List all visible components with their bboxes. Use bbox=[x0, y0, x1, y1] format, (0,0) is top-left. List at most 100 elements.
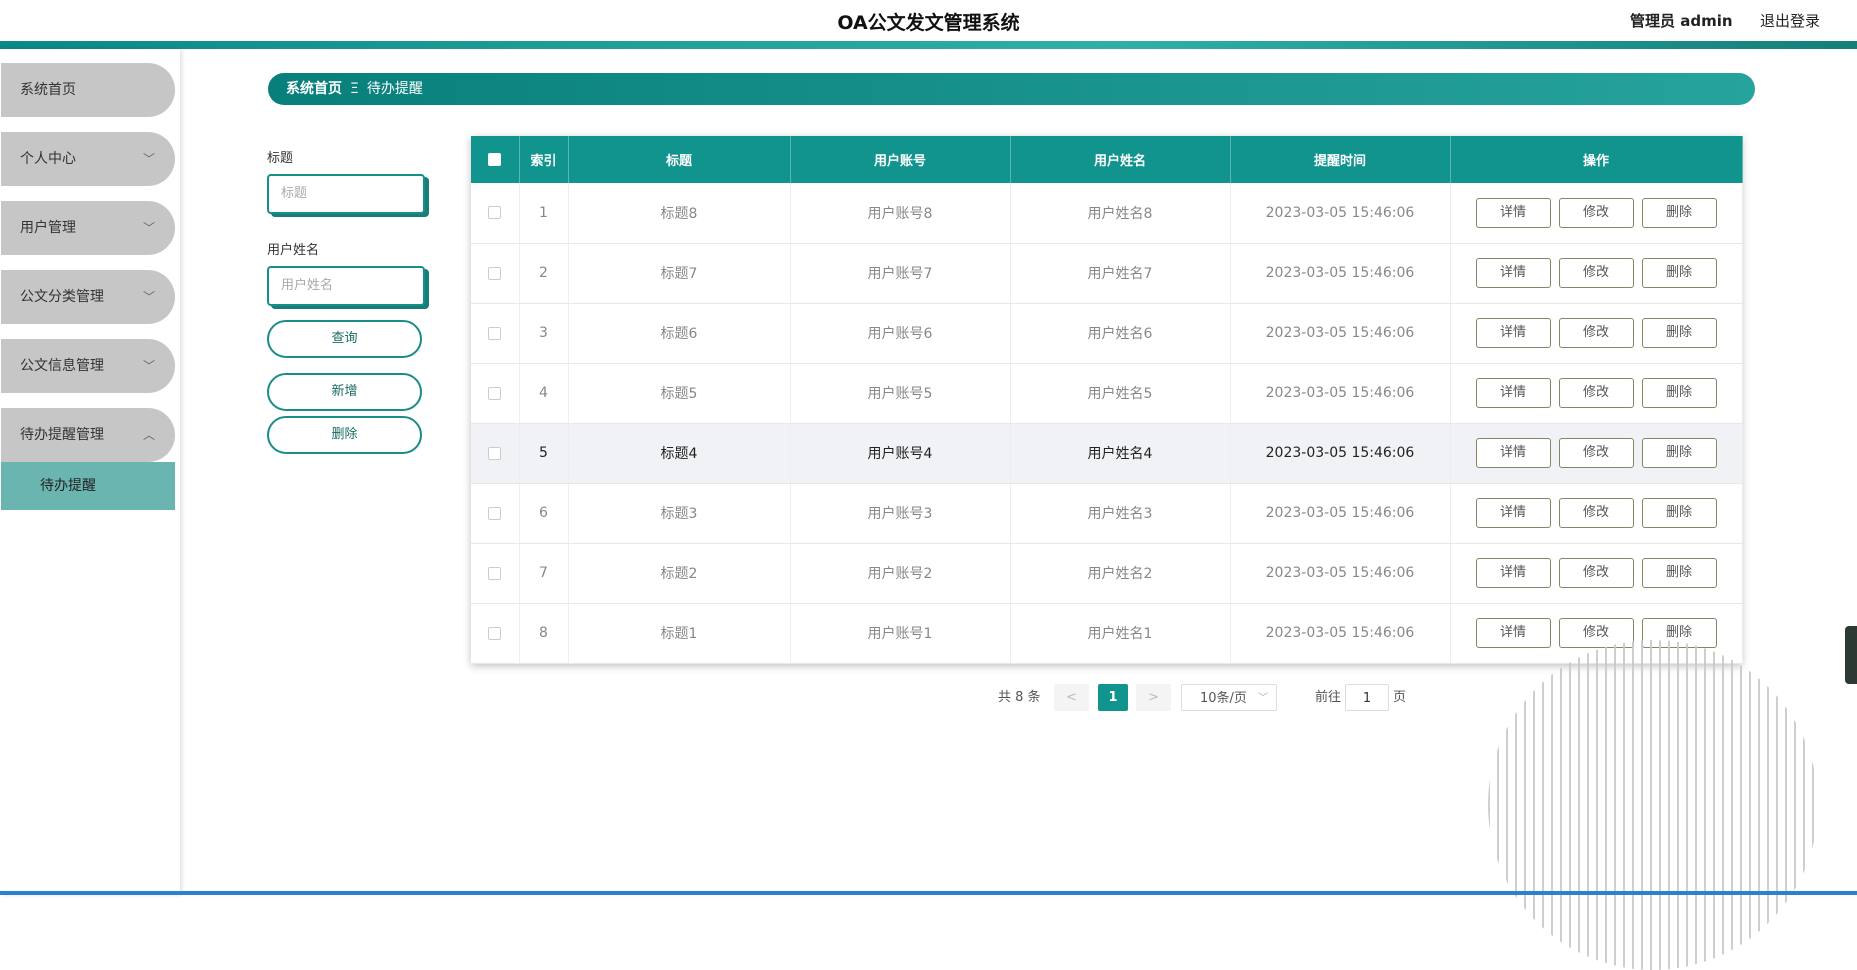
delete-button[interactable]: 删除 bbox=[1641, 558, 1717, 588]
table-row[interactable]: 6 标题3 用户账号3 用户姓名3 2023-03-05 15:46:06 详情 修改 删除 bbox=[471, 483, 1743, 544]
delete-button[interactable]: 删除 bbox=[1641, 197, 1717, 228]
edit-button[interactable]: 修改 bbox=[1558, 258, 1634, 288]
detail-button[interactable]: 详情 bbox=[1475, 258, 1551, 288]
prev-page-button[interactable]: < bbox=[1054, 684, 1089, 711]
account-cell: 用户账号4 bbox=[790, 423, 1011, 484]
name-cell: 用户姓名4 bbox=[1010, 423, 1231, 484]
row-checkbox-cell[interactable] bbox=[471, 363, 520, 424]
current-user: 管理员 admin bbox=[1630, 12, 1733, 30]
account-cell: 用户账号2 bbox=[790, 543, 1011, 604]
detail-button[interactable]: 详情 bbox=[1475, 378, 1551, 408]
table-row[interactable]: 5 标题4 用户账号4 用户姓名4 2023-03-05 15:46:06 详情 修改 删除 bbox=[471, 423, 1743, 484]
account-cell: 用户账号6 bbox=[790, 303, 1011, 364]
sidebar-item-label: 系统首页 bbox=[20, 82, 76, 98]
detail-button[interactable]: 详情 bbox=[1475, 558, 1551, 588]
edit-button[interactable]: 修改 bbox=[1558, 378, 1634, 408]
row-checkbox-cell[interactable] bbox=[471, 483, 520, 544]
title-search-input[interactable]: 标题 bbox=[267, 174, 425, 214]
row-checkbox[interactable] bbox=[488, 326, 502, 340]
batch-delete-button[interactable]: 删除 bbox=[267, 416, 422, 454]
name-cell: 用户姓名8 bbox=[1010, 183, 1231, 244]
delete-button[interactable]: 删除 bbox=[1641, 318, 1717, 348]
table-row[interactable]: 3 标题6 用户账号6 用户姓名6 2023-03-05 15:46:06 详情 修改 删除 bbox=[471, 303, 1743, 364]
sidebar-item-doc-category[interactable]: 公文分类管理 ﹀ bbox=[1, 270, 175, 324]
table-row[interactable]: 7 标题2 用户账号2 用户姓名2 2023-03-05 15:46:06 详情 修改 删除 bbox=[471, 543, 1743, 604]
sidebar: 系统首页 个人中心 ﹀ 用户管理 ﹀ 公文分类管理 ﹀ 公文信息管理 ﹀ 待办提… bbox=[0, 49, 180, 895]
edit-button[interactable]: 修改 bbox=[1558, 197, 1634, 228]
name-cell: 用户姓名6 bbox=[1010, 303, 1231, 364]
table-row[interactable]: 2 标题7 用户账号7 用户姓名7 2023-03-05 15:46:06 详情 修改 删除 bbox=[471, 243, 1743, 304]
query-button[interactable]: 查询 bbox=[267, 320, 422, 358]
select-all-checkbox[interactable] bbox=[488, 153, 502, 166]
detail-button[interactable]: 详情 bbox=[1475, 618, 1551, 648]
column-header: 索引 bbox=[519, 136, 569, 183]
sidebar-item-reminder-mgmt[interactable]: 待办提醒管理 ︿ bbox=[1, 408, 175, 462]
chevron-down-icon: ﹀ bbox=[142, 221, 155, 235]
row-checkbox-cell[interactable] bbox=[471, 423, 520, 484]
table-row[interactable]: 4 标题5 用户账号5 用户姓名5 2023-03-05 15:46:06 详情 修改 删除 bbox=[471, 363, 1743, 424]
edit-button[interactable]: 修改 bbox=[1558, 558, 1634, 588]
row-checkbox-cell[interactable] bbox=[471, 303, 520, 364]
page-unit-label: 页 bbox=[1393, 690, 1407, 705]
time-cell: 2023-03-05 15:46:06 bbox=[1230, 363, 1451, 424]
detail-button[interactable]: 详情 bbox=[1475, 498, 1551, 528]
name-cell: 用户姓名7 bbox=[1010, 243, 1231, 304]
row-checkbox-cell[interactable] bbox=[471, 183, 520, 244]
operations-cell: 详情 修改 删除 bbox=[1450, 303, 1743, 364]
operations-cell: 详情 修改 删除 bbox=[1450, 543, 1743, 604]
delete-button[interactable]: 删除 bbox=[1641, 438, 1717, 468]
index-cell: 4 bbox=[519, 363, 569, 424]
edit-button[interactable]: 修改 bbox=[1558, 318, 1634, 348]
add-button[interactable]: 新增 bbox=[267, 373, 422, 411]
side-widget-tab[interactable] bbox=[1845, 626, 1857, 684]
name-search-input[interactable]: 用户姓名 bbox=[267, 266, 425, 306]
sidebar-item-label: 待办提醒管理 bbox=[20, 427, 104, 443]
row-checkbox-cell[interactable] bbox=[471, 243, 520, 304]
table-row[interactable]: 1 标题8 用户账号8 用户姓名8 2023-03-05 15:46:06 详情 修改 删除 bbox=[471, 183, 1743, 244]
goto-label: 前往 bbox=[1315, 690, 1342, 705]
delete-button[interactable]: 删除 bbox=[1641, 378, 1717, 408]
logout-link[interactable]: 退出登录 bbox=[1760, 10, 1820, 31]
delete-button[interactable]: 删除 bbox=[1641, 258, 1717, 288]
operations-cell: 详情 修改 删除 bbox=[1450, 483, 1743, 544]
time-cell: 2023-03-05 15:46:06 bbox=[1230, 183, 1451, 244]
page-1-button[interactable]: 1 bbox=[1098, 684, 1128, 711]
column-header: 标题 bbox=[568, 136, 791, 183]
index-cell: 8 bbox=[519, 603, 569, 664]
title-cell: 标题2 bbox=[568, 543, 791, 604]
app-title: OA公文发文管理系统 bbox=[837, 12, 1020, 34]
sidebar-item-label: 个人中心 bbox=[20, 151, 76, 167]
chevron-down-icon: ﹀ bbox=[142, 359, 155, 373]
row-checkbox-cell[interactable] bbox=[471, 543, 520, 604]
edit-button[interactable]: 修改 bbox=[1558, 498, 1634, 528]
sidebar-item-users[interactable]: 用户管理 ﹀ bbox=[1, 201, 175, 255]
account-cell: 用户账号5 bbox=[790, 363, 1011, 424]
row-checkbox[interactable] bbox=[488, 206, 502, 220]
select-all-cell[interactable] bbox=[471, 136, 520, 183]
detail-button[interactable]: 详情 bbox=[1475, 197, 1551, 228]
delete-button[interactable]: 删除 bbox=[1641, 498, 1717, 528]
sidebar-item-doc-info[interactable]: 公文信息管理 ﹀ bbox=[1, 339, 175, 393]
page-size-select[interactable]: 10条/页 ﹀ bbox=[1181, 684, 1277, 711]
row-checkbox[interactable] bbox=[488, 506, 502, 520]
goto-page-input[interactable]: 1 bbox=[1345, 684, 1389, 711]
edit-button[interactable]: 修改 bbox=[1558, 438, 1634, 468]
row-checkbox[interactable] bbox=[488, 566, 502, 580]
row-checkbox[interactable] bbox=[488, 446, 502, 460]
breadcrumb-home[interactable]: 系统首页 bbox=[286, 81, 342, 97]
detail-button[interactable]: 详情 bbox=[1475, 318, 1551, 348]
row-checkbox-cell[interactable] bbox=[471, 603, 520, 664]
sidebar-subitem-reminder[interactable]: 待办提醒 bbox=[1, 462, 175, 510]
row-checkbox[interactable] bbox=[488, 386, 502, 400]
sidebar-item-profile[interactable]: 个人中心 ﹀ bbox=[1, 132, 175, 186]
sidebar-item-home[interactable]: 系统首页 bbox=[1, 63, 175, 117]
row-checkbox[interactable] bbox=[488, 266, 502, 280]
name-cell: 用户姓名3 bbox=[1010, 483, 1231, 544]
row-checkbox[interactable] bbox=[488, 626, 502, 640]
chevron-down-icon: ﹀ bbox=[1258, 693, 1268, 704]
table-row[interactable]: 8 标题1 用户账号1 用户姓名1 2023-03-05 15:46:06 详情 修改 删除 bbox=[471, 603, 1743, 664]
detail-button[interactable]: 详情 bbox=[1475, 438, 1551, 468]
name-cell: 用户姓名2 bbox=[1010, 543, 1231, 604]
next-page-button[interactable]: > bbox=[1136, 684, 1171, 711]
index-cell: 3 bbox=[519, 303, 569, 364]
